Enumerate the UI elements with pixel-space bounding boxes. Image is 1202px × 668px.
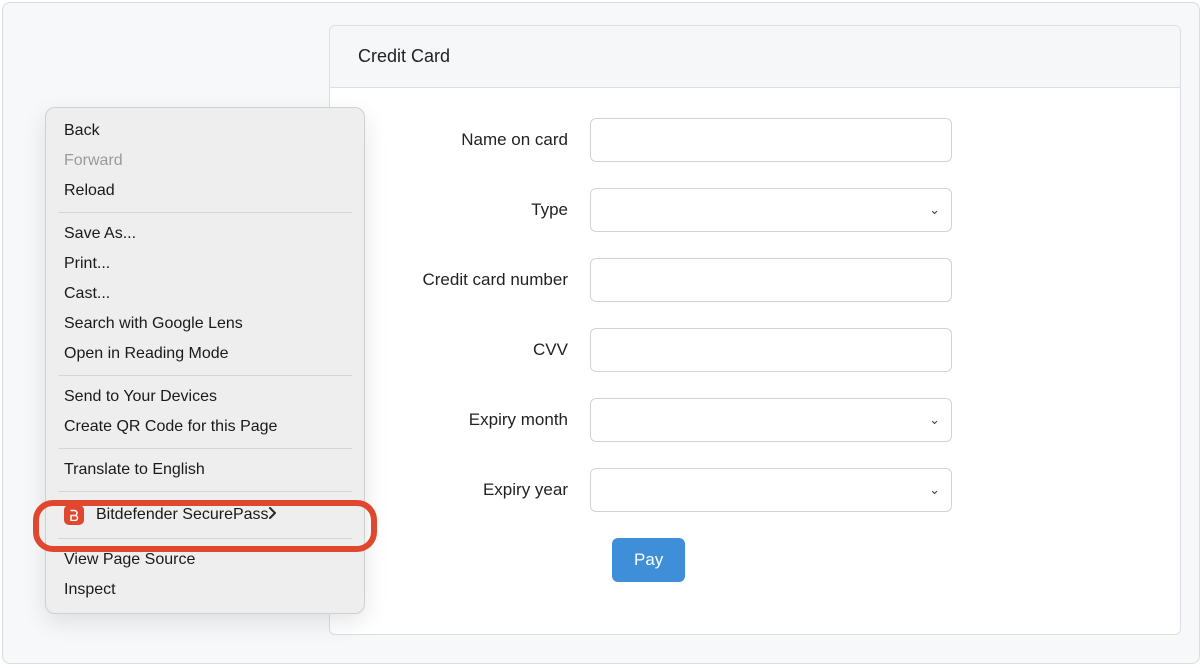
input-name-on-card[interactable] — [590, 118, 952, 162]
ctx-inspect[interactable]: Inspect — [46, 575, 364, 605]
panel-body: Name on card Type ⌄ Credit card number C… — [330, 88, 1180, 622]
ctx-save-as[interactable]: Save As... — [46, 219, 364, 249]
row-expiry-month: Expiry month ⌄ — [370, 398, 1140, 442]
ctx-create-qr[interactable]: Create QR Code for this Page — [46, 412, 364, 442]
row-name: Name on card — [370, 118, 1140, 162]
input-card-number[interactable] — [590, 258, 952, 302]
ctx-send-devices[interactable]: Send to Your Devices — [46, 382, 364, 412]
ctx-forward: Forward — [46, 146, 364, 176]
ctx-separator — [58, 448, 352, 449]
label-name-on-card: Name on card — [370, 130, 590, 150]
panel-title: Credit Card — [330, 26, 1180, 88]
label-card-number: Credit card number — [370, 270, 590, 290]
select-wrap-year: ⌄ — [590, 468, 952, 512]
ctx-cast[interactable]: Cast... — [46, 279, 364, 309]
row-cvv: CVV — [370, 328, 1140, 372]
chevron-right-icon — [269, 506, 277, 524]
ctx-view-source[interactable]: View Page Source — [46, 545, 364, 575]
ctx-separator — [58, 212, 352, 213]
ctx-back[interactable]: Back — [46, 116, 364, 146]
select-expiry-month[interactable] — [590, 398, 952, 442]
page-container: Credit Card Name on card Type ⌄ Credit c… — [2, 2, 1200, 664]
select-wrap-month: ⌄ — [590, 398, 952, 442]
ctx-securepass-label: Bitdefender SecurePass — [96, 506, 269, 524]
ctx-separator — [58, 491, 352, 492]
ctx-print[interactable]: Print... — [46, 249, 364, 279]
pay-button[interactable]: Pay — [612, 538, 685, 582]
row-expiry-year: Expiry year ⌄ — [370, 468, 1140, 512]
select-wrap-type: ⌄ — [590, 188, 952, 232]
label-cvv: CVV — [370, 340, 590, 360]
row-card-number: Credit card number — [370, 258, 1140, 302]
ctx-search-lens[interactable]: Search with Google Lens — [46, 309, 364, 339]
credit-card-panel: Credit Card Name on card Type ⌄ Credit c… — [329, 25, 1181, 635]
bitdefender-icon — [64, 505, 84, 525]
ctx-bitdefender-securepass[interactable]: Bitdefender SecurePass — [46, 498, 364, 532]
ctx-separator — [58, 375, 352, 376]
label-expiry-year: Expiry year — [370, 480, 590, 500]
select-type[interactable] — [590, 188, 952, 232]
context-menu: Back Forward Reload Save As... Print... … — [45, 107, 365, 614]
input-cvv[interactable] — [590, 328, 952, 372]
ctx-separator — [58, 538, 352, 539]
ctx-translate[interactable]: Translate to English — [46, 455, 364, 485]
label-expiry-month: Expiry month — [370, 410, 590, 430]
row-type: Type ⌄ — [370, 188, 1140, 232]
label-type: Type — [370, 200, 590, 220]
ctx-reading-mode[interactable]: Open in Reading Mode — [46, 339, 364, 369]
ctx-reload[interactable]: Reload — [46, 176, 364, 206]
select-expiry-year[interactable] — [590, 468, 952, 512]
